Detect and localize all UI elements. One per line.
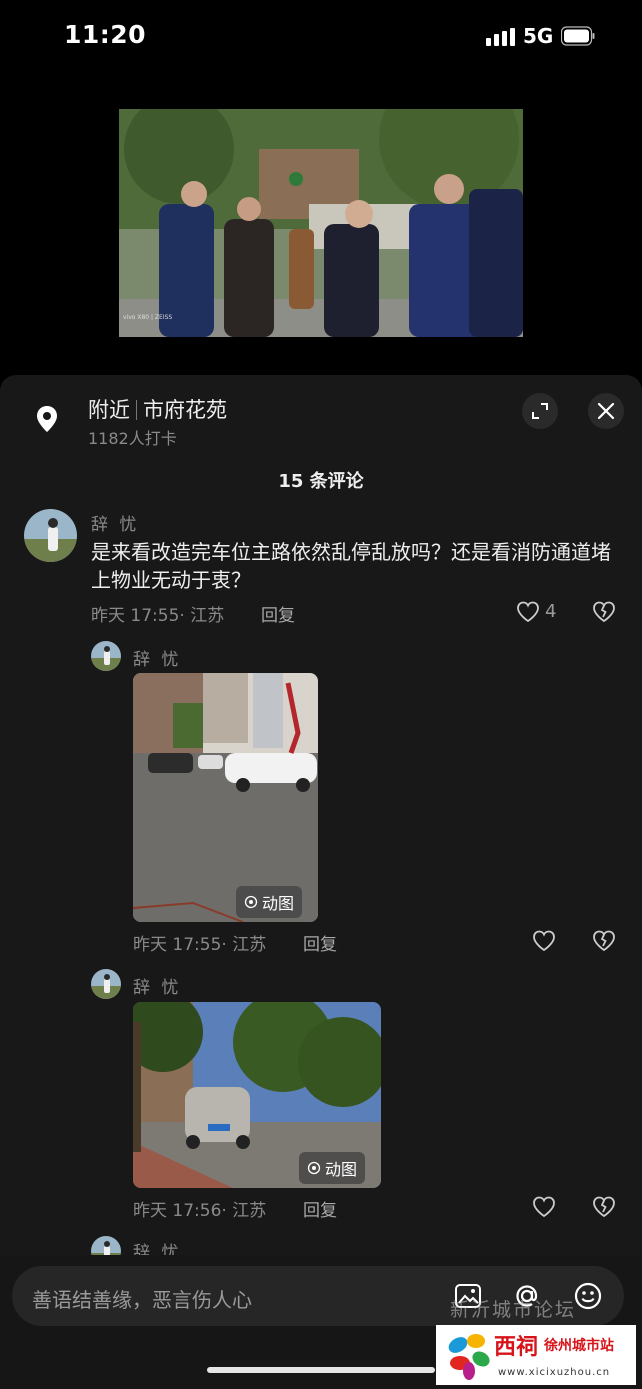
location-title[interactable]: 附近 市府花苑 <box>88 394 227 424</box>
expand-button[interactable] <box>522 393 558 429</box>
comment-text: 是来看改造完车位主路依然乱停乱放吗？还是看消防通道堵上物业无动于衷？ <box>91 540 611 592</box>
reply-button[interactable]: 回复 <box>303 930 337 955</box>
gif-badge: 动图 <box>236 886 303 918</box>
site-logo: 西祠 徐州城市站 www.xicixuzhou.cn <box>436 1325 636 1385</box>
emoji-icon[interactable] <box>572 1280 604 1312</box>
like-count: 4 <box>545 601 557 622</box>
reply-button[interactable]: 回复 <box>303 1196 337 1221</box>
network-label: 5G <box>523 24 554 48</box>
close-button[interactable] <box>588 393 624 429</box>
comment-username[interactable]: 辞 忧 <box>91 510 139 535</box>
reply-image[interactable]: 动图 <box>133 673 318 922</box>
gif-icon <box>307 1161 321 1175</box>
comment-meta: 昨天 17:55· 江苏 <box>91 606 225 626</box>
heart-icon[interactable] <box>531 928 557 954</box>
reply-button[interactable]: 回复 <box>261 601 295 626</box>
comments-header: 15 条评论 <box>278 471 364 492</box>
video-player[interactable]: vivo X80 | ZEISS <box>119 109 523 337</box>
logo-url: www.xicixuzhou.cn <box>498 1367 611 1378</box>
video-watermark: vivo X80 | ZEISS <box>123 314 172 321</box>
avatar[interactable] <box>91 969 121 999</box>
reply-image[interactable]: 动图 <box>133 1002 381 1188</box>
location-separator <box>136 400 137 420</box>
forum-watermark: 新沂城市论坛 <box>450 1299 577 1321</box>
location-prefix: 附近 <box>88 398 130 422</box>
reply-username[interactable]: 辞 忧 <box>133 973 181 998</box>
home-indicator[interactable] <box>207 1367 435 1373</box>
pin-icon <box>37 406 57 432</box>
logo-subtitle: 徐州城市站 <box>544 1338 614 1354</box>
gif-label: 动图 <box>325 1160 358 1179</box>
status-time: 11:20 <box>64 20 147 49</box>
battery-icon <box>561 26 595 46</box>
gif-icon <box>244 895 258 909</box>
close-icon <box>597 402 615 420</box>
avatar[interactable] <box>91 641 121 671</box>
location-name: 市府花苑 <box>143 398 227 422</box>
video-frame-image: vivo X80 | ZEISS <box>119 109 523 337</box>
expand-icon <box>532 403 548 419</box>
checkin-count: 1182人打卡 <box>88 429 177 448</box>
heart-icon[interactable] <box>515 599 541 625</box>
reply-meta: 昨天 17:56· 江苏 <box>133 1201 267 1221</box>
gif-badge: 动图 <box>299 1152 366 1184</box>
comment-input-placeholder: 善语结善缘，恶言伤人心 <box>32 1288 252 1312</box>
gif-label: 动图 <box>262 894 295 913</box>
reply-meta: 昨天 17:55· 江苏 <box>133 935 267 955</box>
signal-icon <box>486 28 515 46</box>
logo-text: 西祠 <box>494 1335 539 1360</box>
broken-heart-icon[interactable] <box>591 1194 617 1220</box>
avatar[interactable] <box>24 509 77 562</box>
broken-heart-icon[interactable] <box>591 599 617 625</box>
heart-icon[interactable] <box>531 1194 557 1220</box>
reply-username[interactable]: 辞 忧 <box>133 645 181 670</box>
broken-heart-icon[interactable] <box>591 928 617 954</box>
